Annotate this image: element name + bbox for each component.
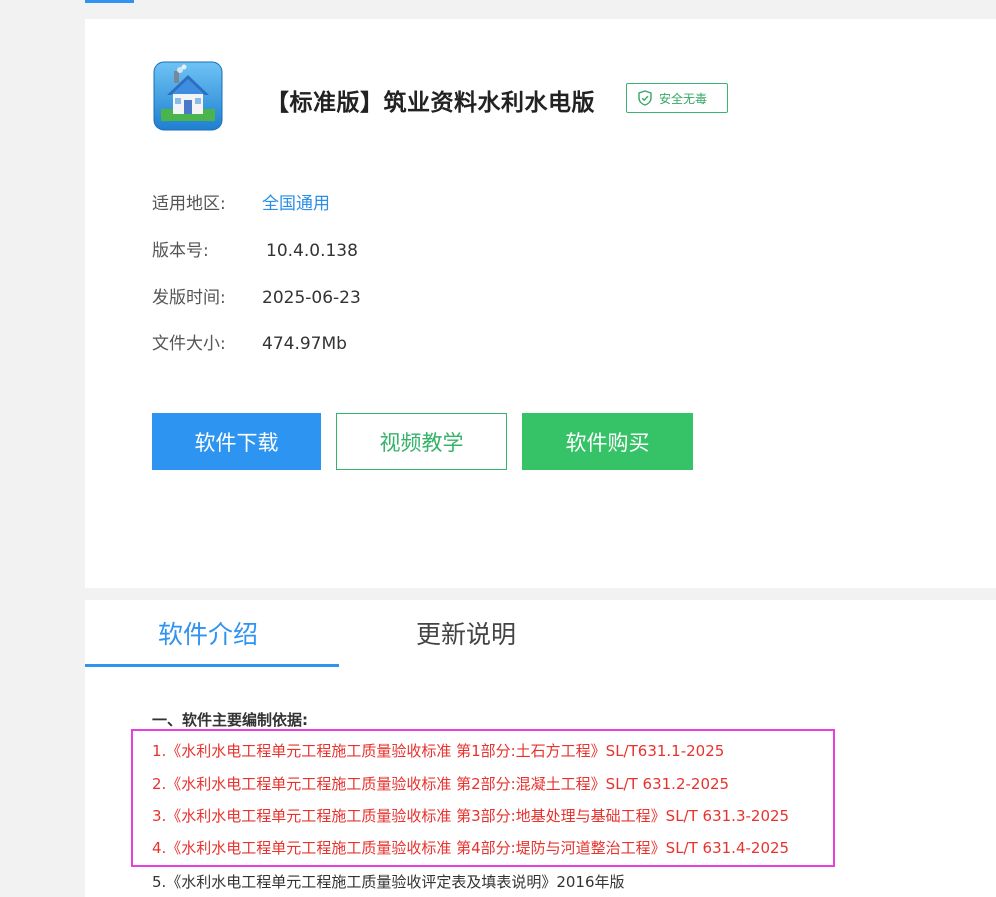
tab-update-notes[interactable]: 更新说明: [416, 615, 516, 651]
buy-button[interactable]: 软件购买: [522, 413, 693, 470]
size-value: 474.97Mb: [262, 334, 347, 354]
info-row-region: 适用地区: 全国通用: [152, 189, 330, 214]
size-label: 文件大小:: [152, 334, 226, 354]
info-row-release: 发版时间: 2025-06-23: [152, 283, 361, 308]
version-label: 版本号:: [152, 241, 209, 261]
region-label: 适用地区:: [152, 194, 226, 214]
top-strip: [85, 0, 996, 3]
version-value: 10.4.0.138: [266, 241, 358, 261]
safe-badge: 安全无毒: [626, 83, 728, 113]
shield-check-icon: [638, 90, 652, 106]
software-title: 【标准版】筑业资料水利水电版: [266, 90, 595, 116]
info-row-size: 文件大小: 474.97Mb: [152, 329, 347, 354]
list-item: 5.《水利水电工程单元工程施工质量验收评定表及填表说明》2016年版: [152, 873, 625, 891]
release-label: 发版时间:: [152, 288, 226, 308]
release-value: 2025-06-23: [262, 288, 361, 308]
info-row-version: 版本号: 10.4.0.138: [152, 236, 358, 261]
list-item: 1.《水利水电工程单元工程施工质量验收标准 第1部分:土石方工程》SL/T631…: [152, 742, 725, 760]
house-app-icon: [153, 61, 223, 131]
download-button[interactable]: 软件下载: [152, 413, 321, 470]
video-tutorial-button[interactable]: 视频教学: [336, 413, 507, 470]
tab-software-intro[interactable]: 软件介绍: [158, 615, 258, 651]
list-item: 4.《水利水电工程单元工程施工质量验收标准 第4部分:堤防与河道整治工程》SL/…: [152, 839, 790, 857]
list-item: 2.《水利水电工程单元工程施工质量验收标准 第2部分:混凝土工程》SL/T 63…: [152, 775, 730, 793]
top-active-indicator: [85, 0, 134, 3]
safe-badge-label: 安全无毒: [659, 91, 708, 106]
active-tab-underline: [85, 664, 339, 667]
region-value[interactable]: 全国通用: [262, 194, 330, 214]
software-details-card: 软件介绍 更新说明 一、软件主要编制依据: 1.《水利水电工程单元工程施工质量验…: [85, 600, 996, 897]
software-info-card: 【标准版】筑业资料水利水电版 安全无毒 适用地区: 全国通用 版本号: 10.4.0…: [85, 19, 996, 588]
list-item: 3.《水利水电工程单元工程施工质量验收标准 第3部分:地基处理与基础工程》SL/…: [152, 807, 790, 825]
section-heading: 一、软件主要编制依据:: [152, 711, 308, 729]
